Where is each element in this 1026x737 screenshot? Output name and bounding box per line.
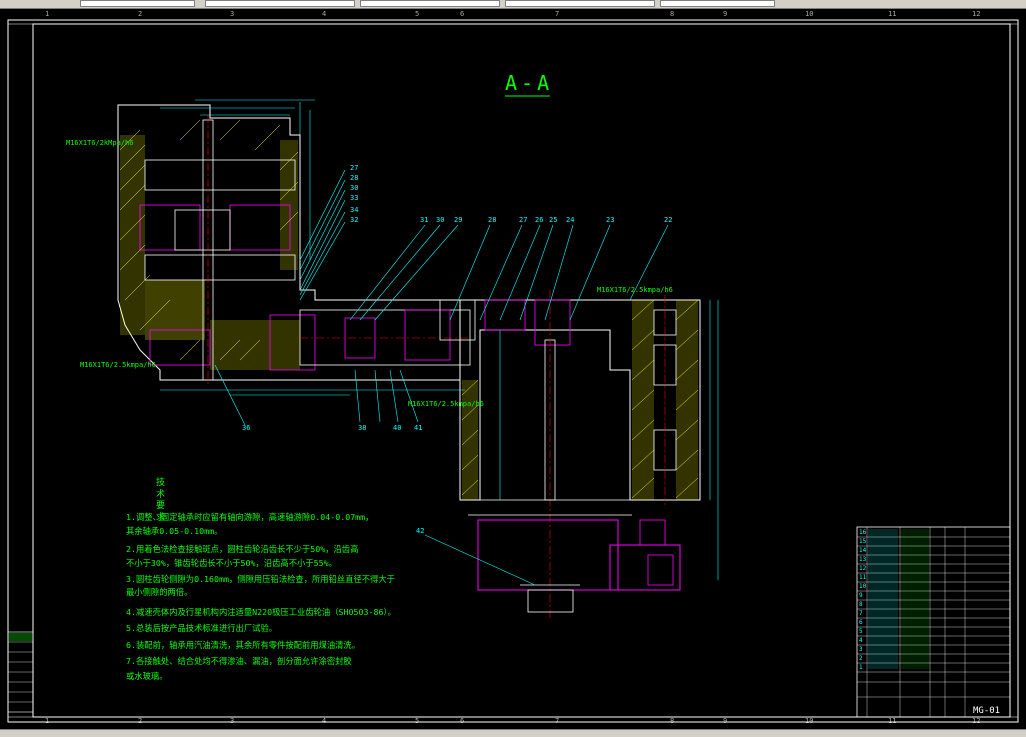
title-block — [856, 526, 1011, 718]
part-number: 38 — [358, 424, 367, 432]
title-block-row: 2 — [859, 655, 863, 662]
part-number: 22 — [664, 216, 673, 224]
part-number: 26 — [535, 216, 544, 224]
title-block-row: 10 — [859, 583, 867, 590]
part-number: 30 — [436, 216, 445, 224]
part-number: 34 — [350, 206, 359, 214]
part-number: 25 — [549, 216, 558, 224]
requirement-line: 其余轴承0.05-0.10mm。 — [126, 526, 223, 536]
part-number: 23 — [606, 216, 615, 224]
part-number: 28 — [350, 174, 359, 182]
part-number: 27 — [519, 216, 528, 224]
part-number: 27 — [350, 164, 359, 172]
fit-annotation: M16X1T6/2.5kmpa/h6 — [597, 286, 673, 294]
part-number: 33 — [350, 194, 359, 202]
part-number: 40 — [393, 424, 402, 432]
requirement-line: 不小于30%，锥齿轮齿长不小于50%，沿齿高不小于55%。 — [126, 558, 337, 568]
requirement-line: 2.用着色法检查接触斑点，圆柱齿轮沿齿长不少于50%，沿齿高 — [126, 544, 359, 554]
fit-annotation: M16X1T6/2.5kmpa/h6 — [408, 400, 484, 408]
part-number: 24 — [566, 216, 575, 224]
title-block-row: 8 — [859, 601, 863, 608]
title-block-row: 5 — [859, 628, 863, 635]
requirement-line: 1.调整、固定轴承时应留有轴向游隙，高速轴游隙0.04-0.07mm， — [126, 512, 374, 522]
requirement-line: 7.各接触处、结合处均不得渗油、漏油，剖分面允许涂密封胶 — [126, 656, 352, 666]
requirement-line: 6.装配前，轴承用汽油清洗，其余所有零件按配前用煤油清洗。 — [126, 640, 361, 650]
part-number: 29 — [454, 216, 463, 224]
title-block-row: 1 — [859, 664, 863, 671]
section-title: A-A — [505, 71, 554, 95]
title-block-row: 9 — [859, 592, 863, 599]
drawing-number: MG-01 — [973, 706, 1001, 716]
part-number: 41 — [414, 424, 423, 432]
title-block-row: 13 — [859, 556, 867, 563]
requirement-line: 3.圆柱齿轮侧隙为0.160mm，侧隙用压铅法检查，所用铅丝直径不得大于 — [126, 574, 395, 584]
requirement-line: 或水玻璃。 — [126, 671, 168, 681]
requirement-line: 4.减速壳体内及行星机构内注适量N220极压工业齿轮油（SH0503-86）。 — [126, 607, 396, 617]
title-block-row: 6 — [859, 619, 863, 626]
part-number: 31 — [420, 216, 429, 224]
requirement-line: 5.总装后按产品技术标准进行出厂试验。 — [126, 623, 278, 633]
title-block-row: 14 — [859, 547, 867, 554]
part-number: 42 — [416, 527, 425, 535]
part-number: 30 — [350, 184, 359, 192]
title-block-row: 12 — [859, 565, 867, 572]
part-number: 32 — [350, 216, 359, 224]
part-number: 36 — [242, 424, 251, 432]
planetary-gearbox-section — [117, 99, 471, 396]
title-block-row: 4 — [859, 637, 863, 644]
fit-annotation: M16X1T6/2.5kmpa/h6 — [80, 361, 156, 369]
title-block-row: 15 — [859, 538, 867, 545]
drive-motor — [477, 519, 681, 613]
title-block-row: 16 — [859, 529, 867, 536]
title-block-row: 7 — [859, 610, 863, 617]
revision-block — [7, 631, 34, 713]
fit-annotation: M16X1T6/2kMpa/h6 — [66, 139, 134, 147]
title-block-row: 11 — [859, 574, 867, 581]
title-block-row: 3 — [859, 646, 863, 653]
part-number: 28 — [488, 216, 497, 224]
requirement-line: 最小侧隙的两倍。 — [126, 587, 193, 597]
mixer-housing-section — [439, 290, 719, 620]
